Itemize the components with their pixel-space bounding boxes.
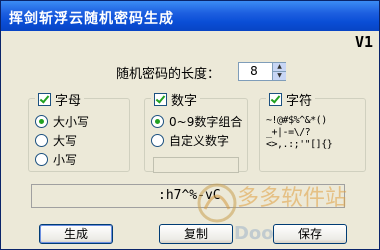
spin-down-button[interactable]: ▼ [272, 72, 286, 80]
radio-letters-lower[interactable]: 小写 [35, 151, 77, 168]
radio-selected-icon[interactable] [151, 115, 164, 128]
checkbox-checked-icon[interactable] [269, 93, 282, 106]
app-window: 挥剑斩浮云随机密码生成 V1 随机密码的长度： 8 ▲ ▼ 字母 大小写 大写 … [0, 0, 380, 250]
radio-icon[interactable] [151, 134, 164, 147]
radio-selected-icon[interactable] [35, 115, 48, 128]
generate-button[interactable]: 生成 [39, 224, 113, 244]
spin-up-button[interactable]: ▲ [272, 63, 286, 72]
radio-icon[interactable] [35, 134, 48, 147]
letters-group: 字母 大小写 大写 小写 [28, 90, 130, 172]
digits-checkbox[interactable]: 数字 [151, 90, 201, 109]
save-button[interactable]: 保存 [273, 224, 347, 244]
checkbox-checked-icon[interactable] [154, 93, 167, 106]
radio-letters-upper[interactable]: 大写 [35, 132, 77, 149]
digits-title: 数字 [171, 94, 198, 109]
radio-letters-mixed[interactable]: 大小写 [35, 113, 89, 130]
symbols-list[interactable]: ~!@#$%^&*() _+|-=\/? <>,.:;'"[]{} [266, 115, 362, 151]
symbols-checkbox[interactable]: 字符 [266, 90, 316, 109]
digits-group: 数字 0~9数字组合 自定义数字 [144, 90, 248, 173]
letters-checkbox[interactable]: 字母 [35, 90, 85, 109]
radio-icon[interactable] [35, 153, 48, 166]
length-label: 随机密码的长度： [116, 67, 221, 82]
copy-button[interactable]: 复制 [159, 224, 233, 244]
length-spinner[interactable]: 8 ▲ ▼ [238, 62, 286, 81]
version-label: V1 [354, 33, 373, 51]
checkbox-checked-icon[interactable] [38, 93, 51, 106]
radio-digits-preset[interactable]: 0~9数字组合 [151, 113, 242, 130]
svg-text:多多软件站: 多多软件站 [237, 186, 347, 211]
window-title: 挥剑斩浮云随机密码生成 [9, 11, 174, 27]
length-value[interactable]: 8 [239, 64, 269, 78]
letters-title: 字母 [55, 94, 82, 109]
radio-digits-custom[interactable]: 自定义数字 [151, 132, 229, 149]
custom-digits-input[interactable] [153, 157, 239, 173]
symbols-title: 字符 [286, 94, 313, 109]
symbols-group: 字符 ~!@#$%^&*() _+|-=\/? <>,.:;'"[]{} [259, 90, 366, 172]
title-bar[interactable]: 挥剑斩浮云随机密码生成 [1, 1, 379, 31]
